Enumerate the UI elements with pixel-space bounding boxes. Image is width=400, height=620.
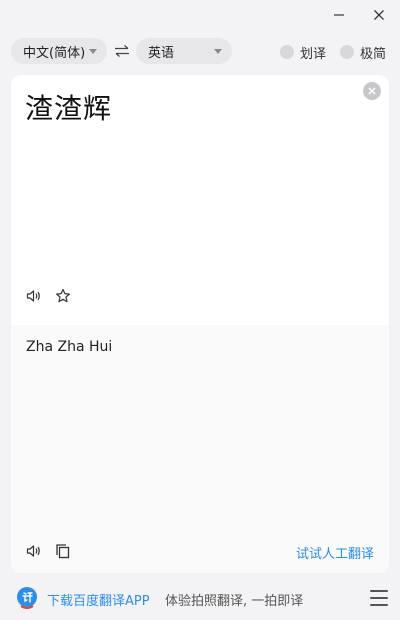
close-icon — [374, 10, 384, 20]
swap-arrows-icon — [115, 45, 129, 57]
source-text[interactable]: 渣渣辉 — [25, 87, 112, 127]
clear-icon — [368, 87, 376, 95]
translation-result-text[interactable]: Zha Zha Hui — [26, 339, 112, 355]
hamburger-menu-icon[interactable] — [370, 590, 388, 606]
chevron-down-icon — [214, 49, 222, 54]
source-language-label: 中文(简体) — [23, 45, 86, 61]
minimize-icon — [334, 14, 344, 16]
language-toolbar: 中文(简体) 英语 划译 极简 — [0, 38, 400, 66]
star-icon — [56, 288, 70, 303]
favorite-button[interactable] — [53, 286, 73, 306]
download-app-link[interactable]: 下载百度翻译APP — [47, 590, 150, 609]
toggle-minimal-mode[interactable]: 极简 — [340, 43, 387, 62]
toggle-selection-translate[interactable]: 划译 — [280, 43, 327, 62]
toggle-switch-icon — [280, 45, 294, 59]
baidu-translate-logo-icon[interactable] — [15, 586, 39, 610]
source-language-select[interactable]: 中文(简体) — [11, 38, 107, 64]
footer-bar: 下载百度翻译APP 体验拍照翻译, 一拍即译 — [0, 584, 400, 612]
close-window-button[interactable] — [366, 4, 392, 26]
minimize-button[interactable] — [326, 4, 352, 26]
copy-icon — [56, 544, 70, 559]
copy-result-button[interactable] — [53, 541, 73, 561]
speaker-icon — [26, 290, 40, 302]
title-bar — [0, 0, 400, 30]
target-language-label: 英语 — [148, 45, 175, 61]
human-translation-link[interactable]: 试试人工翻译 — [296, 543, 374, 562]
clear-input-button[interactable] — [363, 82, 381, 100]
result-area: Zha Zha Hui 试试人工翻译 — [11, 325, 389, 573]
target-language-select[interactable]: 英语 — [136, 38, 232, 64]
source-text-area[interactable]: 渣渣辉 — [11, 75, 389, 325]
speaker-icon — [26, 545, 40, 557]
chevron-down-icon — [89, 49, 97, 54]
translation-card: 渣渣辉 Zha Zha Hui 试试人工翻译 — [11, 75, 389, 573]
toggle-label: 划译 — [300, 46, 327, 62]
swap-languages-button[interactable] — [112, 41, 132, 61]
result-speak-button[interactable] — [24, 541, 44, 561]
toggle-switch-icon — [340, 45, 354, 59]
source-speak-button[interactable] — [24, 286, 44, 306]
promo-text: 体验拍照翻译, 一拍即译 — [165, 594, 304, 609]
toggle-label: 极简 — [360, 46, 387, 62]
